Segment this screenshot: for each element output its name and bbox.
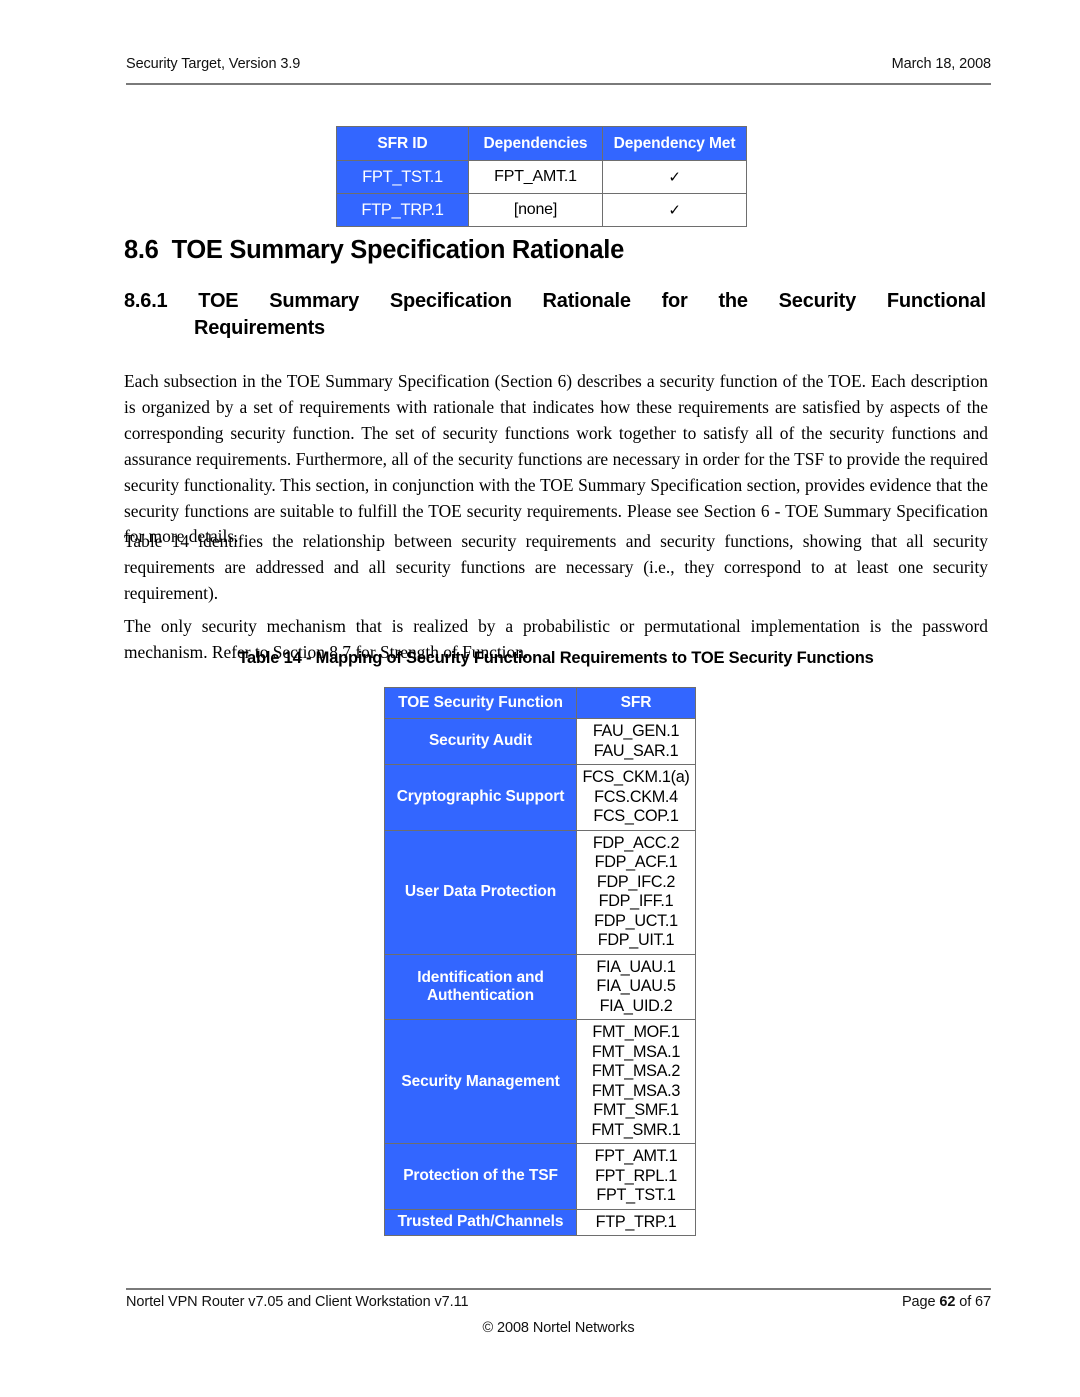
- subsection-number: 8.6.1: [124, 290, 168, 312]
- sfr-entry: FCS_COP.1: [593, 807, 679, 826]
- sfr-entry: FMT_MOF.1: [592, 1023, 680, 1042]
- table-row: Security Management FMT_MOF.1 FMT_MSA.1 FM…: [384, 1019, 696, 1145]
- cell-sfr-list: FAU_GEN.1 FAU_SAR.1: [576, 717, 696, 766]
- sfr-entry: FMT_SMF.1: [593, 1101, 679, 1120]
- document-footer: Nortel VPN Router v7.05 and Client Works…: [126, 1294, 991, 1310]
- sfr-entry: FTP_TRP.1: [595, 1212, 677, 1231]
- cell-dependencies: FPT_AMT.1: [468, 160, 603, 194]
- sfr-entry: FMT_MSA.3: [591, 1081, 681, 1100]
- table-row: Protection of the TSF FPT_AMT.1 FPT_RPL.1…: [384, 1143, 696, 1210]
- header-document-title: Security Target, Version 3.9: [126, 56, 301, 72]
- column-header-toe-security-function: TOE Security Function: [384, 687, 577, 719]
- section-title: TOE Summary Specification Rationale: [171, 236, 625, 264]
- table-row: Identification and Authentication FIA_UAU…: [384, 953, 696, 1021]
- sfr-entry: FIA_UAU.1: [596, 957, 676, 976]
- table-row: Cryptographic Support FCS_CKM.1(a) FCS.CK…: [384, 764, 696, 831]
- cell-sfr-list: FPT_AMT.1 FPT_RPL.1 FPT_TST.1: [576, 1143, 696, 1210]
- footer-divider: [126, 1288, 991, 1290]
- column-header-sfr: SFR: [576, 687, 696, 719]
- sfr-entry: FDP_IFF.1: [598, 892, 674, 911]
- section-heading-8-6: 8.6 TOE Summary Specification Rationale: [124, 236, 624, 265]
- heading-line-1: 8.6.1 TOE Summary Specification Rational…: [124, 288, 986, 315]
- cell-sfr-id: FTP_TRP.1: [336, 193, 469, 227]
- sfr-entry: Authentication: [426, 986, 535, 1004]
- sfr-entry: FMT_MSA.2: [591, 1062, 681, 1081]
- table-row: Security Audit FAU_GEN.1 FAU_SAR.1: [384, 717, 696, 766]
- sfr-entry: FCS_CKM.1(a): [582, 768, 690, 787]
- sfr-entry: FDP_UCT.1: [594, 911, 678, 930]
- section-heading-8-6-1: 8.6.1 TOE Summary Specification Rational…: [124, 288, 986, 341]
- cell-sfr-list: FMT_MOF.1 FMT_MSA.1 FMT_MSA.2 FMT_MSA.3 FMT_…: [576, 1019, 696, 1145]
- sfr-entry: FMT_SMR.1: [591, 1120, 681, 1139]
- sfr-entry: FDP_ACC.2: [592, 833, 680, 852]
- cell-sfr-id: FPT_TST.1: [336, 160, 469, 194]
- sfr-entry: FMT_MSA.1: [591, 1042, 681, 1061]
- cell-security-function: User Data Protection: [384, 829, 577, 955]
- header-divider: [126, 83, 991, 85]
- cell-security-function: Protection of the TSF: [384, 1143, 577, 1210]
- section-number: 8.6: [124, 236, 159, 264]
- page-suffix: of 67: [955, 1294, 991, 1310]
- body-paragraph-1: Each subsection in the TOE Summary Speci…: [124, 371, 988, 547]
- heading-word: Specification: [389, 290, 512, 312]
- column-header-sfr-id: SFR ID: [336, 126, 469, 161]
- heading-line-2: Requirements: [194, 316, 325, 339]
- heading-word: the: [718, 290, 748, 312]
- table-14-caption: Table 14 - Mapping of Security Functiona…: [238, 649, 874, 667]
- sfr-entry: FAU_SAR.1: [593, 741, 679, 760]
- cell-security-function: Trusted Path/Channels: [384, 1208, 577, 1237]
- footer-copyright: © 2008 Nortel Networks: [482, 1320, 635, 1336]
- cell-security-function: Cryptographic Support: [384, 764, 577, 831]
- footer-page-number: Page 62 of 67: [902, 1294, 991, 1310]
- heading-word: Security: [778, 290, 857, 312]
- cell-security-function: Security Management: [384, 1019, 577, 1145]
- heading-word: Rationale: [542, 290, 631, 312]
- column-header-dependency-met: Dependency Met: [602, 126, 747, 161]
- sfr-entry: FPT_AMT.1: [594, 1147, 678, 1166]
- document-header: Security Target, Version 3.9 March 18, 2…: [126, 56, 991, 72]
- table-header-row: SFR ID Dependencies Dependency Met: [336, 126, 747, 161]
- table-row: FPT_TST.1 FPT_AMT.1 ✓: [336, 160, 747, 194]
- heading-word: TOE: [198, 290, 239, 312]
- cell-sfr-list: FCS_CKM.1(a) FCS.CKM.4 FCS_COP.1: [576, 764, 696, 831]
- heading-word: Summary: [269, 290, 360, 312]
- page-prefix: Page: [901, 1294, 940, 1310]
- checkmark-icon: ✓: [602, 193, 747, 227]
- table-header-row: TOE Security Function SFR: [384, 687, 696, 719]
- cell-sfr-list: FIA_UAU.1 FIA_UAU.5 FIA_UID.2: [576, 953, 696, 1021]
- cell-sfr-list: FDP_ACC.2 FDP_ACF.1 FDP_IFC.2 FDP_IFF.1 FDP_…: [576, 829, 696, 955]
- cell-dependencies: [none]: [468, 193, 603, 227]
- sfr-dependency-table: SFR ID Dependencies Dependency Met FPT_T…: [336, 126, 747, 227]
- sfr-entry: FPT_RPL.1: [595, 1166, 677, 1185]
- sfr-entry: FDP_UIT.1: [597, 931, 675, 950]
- sfr-entry: FIA_UID.2: [599, 996, 673, 1015]
- body-paragraph-2: Table 14 identifies the relationship bet…: [124, 531, 988, 604]
- sfr-entry: FCS.CKM.4: [594, 787, 678, 806]
- document-page: Security Target, Version 3.9 March 18, 2…: [0, 0, 1080, 1397]
- sfr-entry: Identification and: [417, 968, 544, 986]
- footer-product-name: Nortel VPN Router v7.05 and Client Works…: [126, 1294, 469, 1310]
- heading-word: for: [661, 290, 688, 312]
- sfr-entry: FDP_IFC.2: [596, 872, 676, 891]
- table-row: User Data Protection FDP_ACC.2 FDP_ACF.1 F…: [384, 829, 696, 955]
- cell-sfr-list: FTP_TRP.1: [576, 1208, 696, 1237]
- sfr-entry: FAU_GEN.1: [592, 722, 680, 740]
- header-date: March 18, 2008: [891, 56, 991, 72]
- sfr-entry: FDP_ACF.1: [594, 853, 678, 872]
- page-current: 62: [939, 1294, 956, 1310]
- table-14-sfr-mapping: TOE Security Function SFR Security Audit…: [384, 687, 696, 1237]
- cell-security-function: Identification and Authentication: [384, 953, 577, 1021]
- sfr-entry: FPT_TST.1: [596, 1186, 676, 1205]
- column-header-dependencies: Dependencies: [468, 126, 603, 161]
- sfr-entry: FIA_UAU.5: [596, 977, 676, 996]
- table-row: Trusted Path/Channels FTP_TRP.1: [384, 1208, 696, 1237]
- cell-security-function: Security Audit: [384, 717, 577, 766]
- checkmark-icon: ✓: [602, 160, 747, 194]
- table-row: FTP_TRP.1 [none] ✓: [336, 193, 747, 227]
- heading-word: Functional: [886, 290, 986, 312]
